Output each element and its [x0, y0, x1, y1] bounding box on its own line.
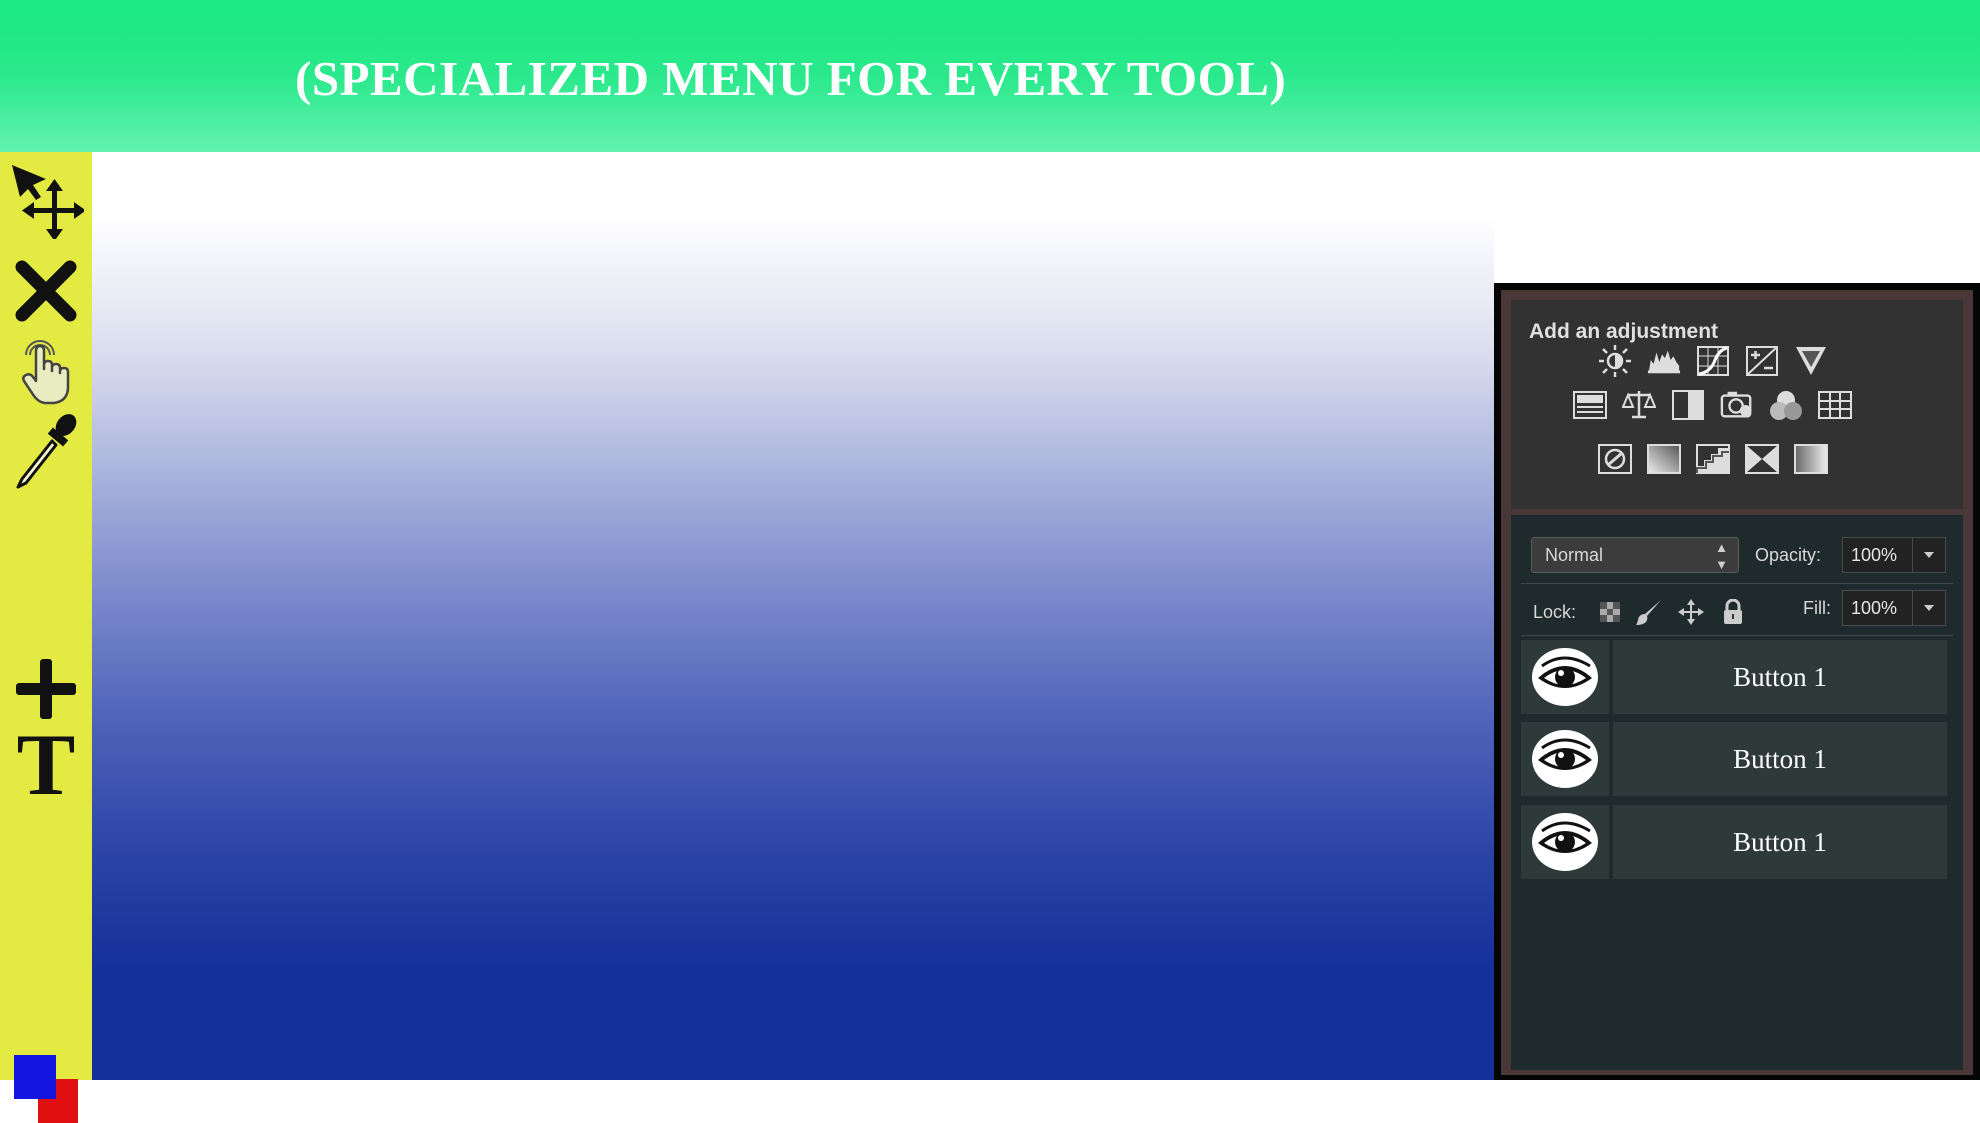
- eye-icon: [1532, 813, 1598, 871]
- exposure-icon[interactable]: [1745, 344, 1779, 378]
- fill-value: 100%: [1851, 598, 1898, 618]
- layer-row[interactable]: Button 1: [1521, 640, 1961, 714]
- blend-mode-value: Normal: [1545, 545, 1604, 565]
- eye-icon: [1532, 730, 1598, 788]
- adjustments-section: Add an adjustment: [1511, 300, 1963, 509]
- lock-all-icon[interactable]: [1719, 598, 1747, 626]
- layer-name-button[interactable]: Button 1: [1613, 805, 1947, 879]
- foreground-color-swatch[interactable]: [14, 1055, 56, 1099]
- color-balance-icon[interactable]: [1622, 388, 1656, 422]
- divider: [1521, 583, 1953, 584]
- invert-icon[interactable]: [1598, 442, 1632, 476]
- gradient-map-icon[interactable]: [1794, 442, 1828, 476]
- channel-mixer-icon[interactable]: [1769, 388, 1803, 422]
- close-icon: [15, 260, 77, 322]
- black-white-icon[interactable]: [1671, 388, 1705, 422]
- visibility-toggle[interactable]: [1521, 805, 1609, 879]
- lock-transparency-icon[interactable]: [1596, 598, 1624, 626]
- layer-name-button[interactable]: Button 1: [1613, 640, 1947, 714]
- color-lookup-icon[interactable]: [1818, 388, 1852, 422]
- levels-icon[interactable]: [1647, 344, 1681, 378]
- posterize-icon[interactable]: [1647, 442, 1681, 476]
- layers-section: Normal ▲ ▼ Opacity: 100% Lock: Fill: 100…: [1511, 515, 1963, 1070]
- layer-name-button[interactable]: Button 1: [1613, 722, 1947, 796]
- fill-dropdown-icon[interactable]: [1912, 591, 1945, 625]
- eyedropper-tool[interactable]: [6, 404, 86, 494]
- lock-position-icon[interactable]: [1677, 598, 1705, 626]
- vibrance-icon[interactable]: [1794, 344, 1828, 378]
- brightness-icon[interactable]: [1598, 344, 1632, 378]
- opacity-dropdown-icon[interactable]: [1912, 538, 1945, 572]
- fill-label: Fill:: [1803, 598, 1831, 618]
- threshold-icon[interactable]: [1696, 442, 1730, 476]
- color-swatches: [14, 1055, 82, 1123]
- text-tool[interactable]: T: [6, 717, 86, 814]
- curves-icon[interactable]: [1696, 344, 1730, 378]
- visibility-toggle[interactable]: [1521, 640, 1609, 714]
- eye-icon: [1532, 648, 1598, 706]
- tool-sidebar: T: [0, 152, 92, 1123]
- lock-pixels-icon[interactable]: [1635, 598, 1663, 626]
- canvas-area[interactable]: [92, 152, 1494, 1080]
- header-title: (SPECIALIZED MENU FOR EVERY TOOL): [295, 51, 1287, 106]
- select-arrows-icon: ▲ ▼: [1715, 540, 1728, 572]
- move-tool[interactable]: [6, 165, 86, 239]
- opacity-label: Opacity:: [1755, 545, 1822, 565]
- opacity-field[interactable]: 100%: [1842, 537, 1946, 573]
- layers-panel: Add an adjustment Normal ▲ ▼ Opacity: 10…: [1494, 283, 1980, 1080]
- delete-tool[interactable]: [6, 254, 86, 328]
- layer-row[interactable]: Button 1: [1521, 805, 1961, 879]
- text-icon: T: [16, 717, 76, 814]
- eyedropper-icon: [16, 414, 77, 489]
- selective-color-icon[interactable]: [1745, 442, 1779, 476]
- header-bar: (SPECIALIZED MENU FOR EVERY TOOL): [0, 0, 1980, 152]
- divider: [1521, 635, 1953, 636]
- visibility-toggle[interactable]: [1521, 722, 1609, 796]
- opacity-value: 100%: [1851, 545, 1898, 565]
- hue-saturation-icon[interactable]: [1573, 388, 1607, 422]
- blend-mode-select[interactable]: Normal ▲ ▼: [1531, 537, 1739, 573]
- hand-pointer-icon: [22, 340, 70, 405]
- photo-filter-icon[interactable]: [1720, 388, 1754, 422]
- panel-frame: Add an adjustment Normal ▲ ▼ Opacity: 10…: [1501, 290, 1973, 1075]
- hand-tool[interactable]: [6, 330, 86, 410]
- plus-icon: [16, 659, 76, 719]
- add-tool[interactable]: [6, 654, 86, 724]
- fill-field[interactable]: 100%: [1842, 590, 1946, 626]
- layer-row[interactable]: Button 1: [1521, 722, 1961, 796]
- lock-label: Lock:: [1533, 602, 1577, 622]
- adjustments-title: Add an adjustment: [1529, 320, 1719, 343]
- move-arrow-icon: [12, 165, 84, 239]
